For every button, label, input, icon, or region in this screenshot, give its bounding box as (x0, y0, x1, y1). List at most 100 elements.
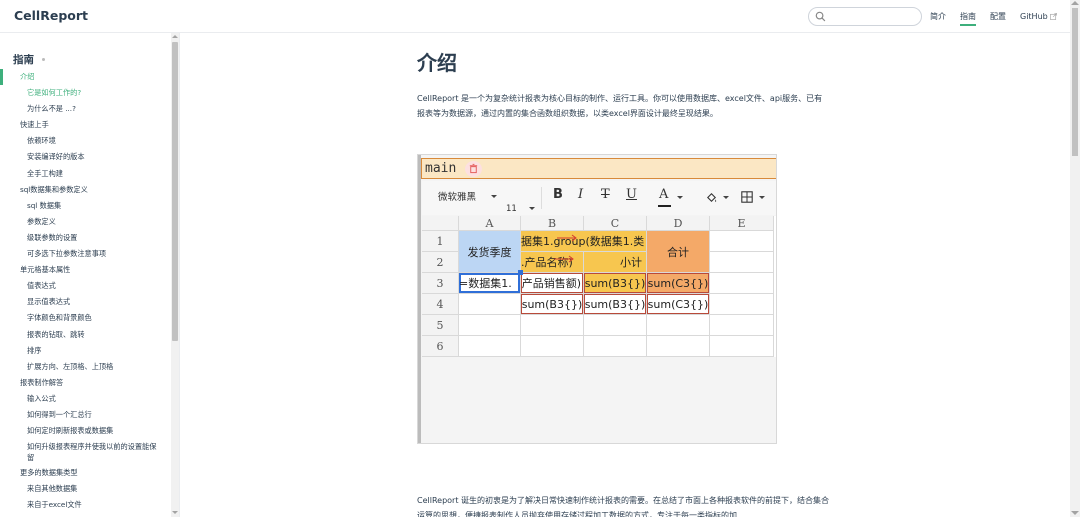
cell-b5[interactable] (521, 315, 584, 336)
underline-button[interactable]: U (626, 187, 637, 202)
col-header-c[interactable]: C (584, 216, 647, 231)
font-color-dropdown-icon[interactable] (677, 196, 683, 199)
cell-b1[interactable]: 据集1.group(数据集1.类 (521, 231, 647, 252)
sidebar-item-quickstart[interactable]: 快速上手 (0, 117, 170, 133)
sidebar-item-how-it-works[interactable]: 它是如何工作的? (0, 85, 170, 101)
row-header-4[interactable]: 4 (422, 294, 459, 315)
cell-b6[interactable] (521, 336, 584, 357)
bold-button[interactable]: B (553, 187, 563, 202)
col-header-e[interactable]: E (710, 216, 774, 231)
nav-link-github[interactable]: GitHub (1020, 0, 1057, 33)
sheet-tabbar: main (421, 158, 776, 179)
sidebar-item-install-compiled[interactable]: 安装编译好的版本 (0, 149, 170, 165)
sidebar-item-from-excel[interactable]: 来自于excel文件 (0, 497, 170, 513)
sidebar-item-multiselect-notes[interactable]: 可多选下拉参数注意事项 (0, 246, 170, 262)
sidebar-item-more-datasets[interactable]: 更多的数据集类型 (0, 465, 170, 481)
sidebar-item-intro[interactable]: 介绍 (0, 69, 170, 86)
sidebar-item-manual-build[interactable]: 全手工构建 (0, 166, 170, 182)
nav-link-intro[interactable]: 简介 (930, 0, 946, 33)
fill-color-icon[interactable] (705, 191, 718, 204)
cell-a1[interactable]: 发货季度 (459, 231, 521, 273)
sidebar-scrollbar-thumb[interactable] (172, 42, 178, 341)
sidebar-scroll-up-icon[interactable] (172, 35, 178, 38)
cell-b4[interactable]: sum(B3{}) (521, 294, 584, 315)
sidebar-item-cell-props[interactable]: 单元格基本属性 (0, 262, 170, 278)
cell-a3[interactable]: =数据集1. (459, 273, 521, 294)
row-header-1[interactable]: 1 (422, 231, 459, 252)
sidebar-item-summary-row[interactable]: 如何得到一个汇总行 (0, 407, 170, 423)
search-icon (815, 11, 826, 22)
border-dropdown-icon[interactable] (759, 196, 765, 199)
cell-e1[interactable] (710, 231, 774, 252)
sidebar-item-sort[interactable]: 排序 (0, 343, 170, 359)
sheet-tab-main[interactable]: main (425, 161, 456, 176)
cell-d3[interactable]: sum(C3{}) (647, 273, 710, 294)
cell-e3[interactable] (710, 273, 774, 294)
fill-dropdown-icon[interactable] (723, 196, 729, 199)
row-header-2[interactable]: 2 (422, 252, 459, 273)
cell-a5[interactable] (459, 315, 521, 336)
font-family-select[interactable]: 微软雅黑 (438, 189, 476, 203)
delete-sheet-button[interactable] (465, 161, 482, 177)
font-dropdown-icon[interactable] (491, 195, 497, 198)
cell-e2[interactable] (710, 252, 774, 273)
sidebar-item-from-other-dataset[interactable]: 来自其他数据集 (0, 481, 170, 497)
page-scroll-down-icon[interactable] (1071, 511, 1079, 515)
site-logo[interactable]: CellReport (14, 8, 88, 23)
cell-e6[interactable] (710, 336, 774, 357)
cell-a6[interactable] (459, 336, 521, 357)
col-header-a[interactable]: A (459, 216, 521, 231)
font-size-select[interactable]: 11 (506, 204, 517, 214)
sidebar-item-sql-datasets[interactable]: sql数据集和参数定义 (0, 182, 170, 198)
spreadsheet-grid: A B C D E 1 2 3 4 5 6 发货季度 据集1.group(数据集… (422, 216, 776, 443)
col-header-b[interactable]: B (521, 216, 584, 231)
sidebar-item-expand-direction[interactable]: 扩展方向、左顶格、上顶格 (0, 359, 170, 375)
sidebar: 指南 介绍 它是如何工作的? 为什么不是 ...? 快速上手 依赖环境 安装编译… (0, 33, 180, 517)
strikethrough-button[interactable]: T (601, 187, 610, 202)
sidebar-item-dependencies[interactable]: 依赖环境 (0, 133, 170, 149)
sidebar-item-param-def[interactable]: 参数定义 (0, 214, 170, 230)
cell-e5[interactable] (710, 315, 774, 336)
italic-button[interactable]: I (578, 187, 583, 202)
sidebar-item-sql-dataset[interactable]: sql 数据集 (0, 198, 170, 214)
size-dropdown-icon[interactable] (529, 207, 535, 210)
sidebar-item-report-faq[interactable]: 报表制作解答 (0, 375, 170, 391)
sidebar-item-timed-refresh[interactable]: 如何定时刷新报表或数据集 (0, 423, 170, 439)
cell-c2[interactable]: 小计 (584, 252, 647, 273)
sidebar-item-value-expr[interactable]: 值表达式 (0, 278, 170, 294)
sidebar-item-drilldown[interactable]: 报表的钻取、跳转 (0, 327, 170, 343)
collapse-dot-icon (42, 58, 45, 61)
sidebar-item-why-not[interactable]: 为什么不是 ...? (0, 101, 170, 117)
selection-handle[interactable] (518, 270, 523, 275)
cell-c4[interactable]: sum(B3{}) (584, 294, 647, 315)
sidebar-item-upgrade[interactable]: 如何升级报表程序并使我以前的设置能保留 (0, 439, 160, 465)
col-header-d[interactable]: D (647, 216, 710, 231)
sidebar-item-cascade-params[interactable]: 级联参数的设置 (0, 230, 170, 246)
cell-d6[interactable] (647, 336, 710, 357)
cell-b3[interactable]: 产品销售额) (521, 273, 584, 294)
page-scrollbar-thumb[interactable] (1072, 8, 1078, 156)
row-header-6[interactable]: 6 (422, 336, 459, 357)
nav-link-guide[interactable]: 指南 (960, 0, 976, 33)
corner-cell[interactable] (422, 216, 459, 231)
page-scroll-up-icon[interactable] (1071, 1, 1079, 5)
cell-d1[interactable]: 合计 (647, 231, 710, 273)
sidebar-item-font-colors[interactable]: 字体颜色和背景颜色 (0, 310, 170, 326)
sidebar-scroll-down-icon[interactable] (172, 511, 178, 514)
cell-d5[interactable] (647, 315, 710, 336)
row-header-5[interactable]: 5 (422, 315, 459, 336)
font-color-button[interactable]: A (659, 187, 668, 202)
cell-c5[interactable] (584, 315, 647, 336)
row-header-3[interactable]: 3 (422, 273, 459, 294)
sidebar-item-input-formula[interactable]: 输入公式 (0, 391, 170, 407)
cell-c6[interactable] (584, 336, 647, 357)
cell-c3[interactable]: sum(B3{}) (584, 273, 647, 294)
cell-a4[interactable] (459, 294, 521, 315)
cell-d4[interactable]: sum(C3{}) (647, 294, 710, 315)
border-icon[interactable] (741, 191, 753, 203)
sidebar-item-display-expr[interactable]: 显示值表达式 (0, 294, 170, 310)
search-input[interactable] (808, 7, 922, 26)
cell-e4[interactable] (710, 294, 774, 315)
sidebar-heading[interactable]: 指南 (13, 52, 45, 67)
nav-link-config[interactable]: 配置 (990, 0, 1006, 33)
